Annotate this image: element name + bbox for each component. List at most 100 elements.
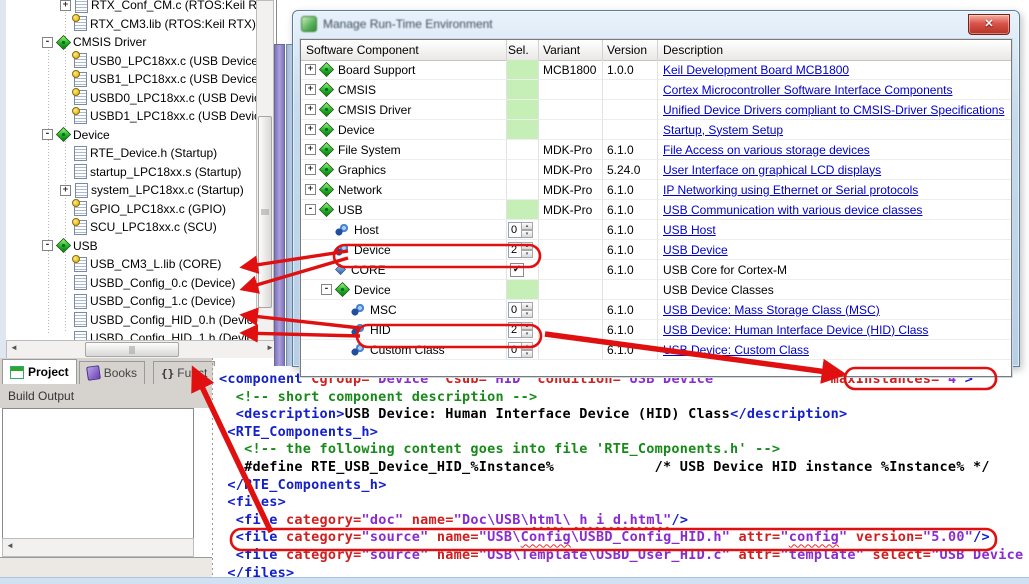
dialog-titlebar[interactable]: Manage Run-Time Environment: [301, 16, 493, 32]
expand-icon[interactable]: +: [305, 184, 316, 195]
description-link[interactable]: Keil Development Board MCB1800: [663, 63, 849, 77]
tab-books[interactable]: Books: [79, 361, 145, 384]
description-link[interactable]: Startup, System Setup: [663, 123, 783, 137]
dialog-row[interactable]: Custom Class0▴▾6.1.0USB Device: Custom C…: [301, 340, 1011, 360]
column-header-software-component[interactable]: Software Component: [301, 40, 507, 60]
column-header-description[interactable]: Description: [658, 40, 1011, 60]
spin-up-button[interactable]: ▴: [521, 222, 533, 230]
expand-icon[interactable]: +: [305, 164, 316, 175]
instance-spinner[interactable]: 0▴▾: [508, 302, 533, 318]
collapse-icon[interactable]: -: [305, 204, 316, 215]
tree-item[interactable]: startup_LPC18xx.s (Startup): [6, 163, 241, 181]
description-cell[interactable]: USB Device: Human Interface Device (HID)…: [658, 320, 1011, 340]
collapse-icon[interactable]: -: [42, 37, 53, 48]
description-link[interactable]: Unified Device Drivers compliant to CMSI…: [663, 103, 1004, 117]
instance-spinner[interactable]: 0▴▾: [508, 222, 533, 238]
scroll-left-icon[interactable]: ◄: [7, 342, 21, 354]
expand-icon[interactable]: +: [305, 144, 316, 155]
tree-item[interactable]: USB0_LPC18xx.c (USB Device:U: [6, 52, 270, 70]
description-link[interactable]: User Interface on graphical LCD displays: [663, 163, 881, 177]
tree-item[interactable]: +system_LPC18xx.c (Startup): [6, 181, 244, 199]
expand-icon[interactable]: +: [305, 84, 316, 95]
collapse-icon[interactable]: -: [42, 129, 53, 140]
tree-item[interactable]: USB_CM3_L.lib (CORE): [6, 255, 221, 273]
tree-horizontal-scrollbar[interactable]: ◄ ►: [6, 340, 277, 358]
description-link[interactable]: USB Device: Human Interface Device (HID)…: [663, 323, 928, 337]
dialog-row[interactable]: -USBMDK-Pro6.1.0USB Communication with v…: [301, 200, 1011, 220]
tree-item[interactable]: USBD0_LPC18xx.c (USB Device:: [6, 89, 270, 107]
tree-vertical-scrollbar[interactable]: [256, 0, 274, 342]
description-cell[interactable]: Unified Device Drivers compliant to CMSI…: [658, 100, 1011, 120]
description-cell[interactable]: IP Networking using Ethernet or Serial p…: [658, 180, 1011, 200]
dialog-row[interactable]: +DeviceStartup, System Setup: [301, 120, 1011, 140]
tree-item[interactable]: SCU_LPC18xx.c (SCU): [6, 218, 217, 236]
spin-down-button[interactable]: ▾: [521, 350, 533, 358]
tab-functions[interactable]: {} Funct: [153, 361, 215, 384]
column-header-version[interactable]: Version: [603, 40, 658, 60]
sel-cell[interactable]: 0▴▾: [507, 300, 539, 320]
dialog-row[interactable]: +NetworkMDK-Pro6.1.0IP Networking using …: [301, 180, 1011, 200]
description-cell[interactable]: Keil Development Board MCB1800: [658, 60, 1011, 80]
dialog-row[interactable]: HID2▴▾6.1.0USB Device: Human Interface D…: [301, 320, 1011, 340]
expand-icon[interactable]: +: [60, 0, 71, 11]
description-link[interactable]: USB Device: Mass Storage Class (MSC): [663, 303, 880, 317]
description-cell[interactable]: File Access on various storage devices: [658, 140, 1011, 160]
sel-cell[interactable]: 0▴▾: [507, 220, 539, 240]
spin-up-button[interactable]: ▴: [521, 242, 533, 250]
description-link[interactable]: Cortex Microcontroller Software Interfac…: [663, 83, 952, 97]
collapse-icon[interactable]: -: [42, 240, 53, 251]
dialog-row[interactable]: +GraphicsMDK-Pro5.24.0User Interface on …: [301, 160, 1011, 180]
tab-project[interactable]: Project: [2, 359, 77, 384]
scroll-left-icon[interactable]: ◄: [3, 540, 17, 552]
description-cell[interactable]: USB Device: Custom Class: [658, 340, 1011, 360]
tree-item[interactable]: RTE_Device.h (Startup): [6, 144, 217, 162]
close-button[interactable]: ✕: [968, 14, 1010, 35]
sel-checkbox[interactable]: ✓: [510, 263, 524, 277]
instance-spinner[interactable]: 0▴▾: [508, 342, 533, 358]
description-cell[interactable]: Startup, System Setup: [658, 120, 1011, 140]
spin-up-button[interactable]: ▴: [521, 322, 533, 330]
description-link[interactable]: USB Host: [663, 223, 716, 237]
column-header-variant[interactable]: Variant: [539, 40, 603, 60]
description-link[interactable]: USB Device: [663, 243, 728, 257]
tree-item[interactable]: +RTX_Conf_CM.c (RTOS:Keil RT:: [6, 0, 266, 14]
dialog-row[interactable]: +Board SupportMCB18001.0.0Keil Developme…: [301, 60, 1011, 80]
tree-item[interactable]: USBD_Config_0.c (Device): [6, 274, 235, 292]
instance-spinner[interactable]: 2▴▾: [508, 322, 533, 338]
expand-icon[interactable]: +: [305, 104, 316, 115]
sel-cell[interactable]: 0▴▾: [507, 340, 539, 360]
spin-down-button[interactable]: ▾: [521, 230, 533, 238]
tree-item[interactable]: RTX_CM3.lib (RTOS:Keil RTX): [6, 15, 256, 33]
pdsc-code-view[interactable]: <component Cgroup="Device" Csub="HID" co…: [213, 366, 1029, 577]
spin-down-button[interactable]: ▾: [521, 310, 533, 318]
description-cell[interactable]: User Interface on graphical LCD displays: [658, 160, 1011, 180]
tree-item[interactable]: -USB: [6, 237, 98, 255]
description-link[interactable]: IP Networking using Ethernet or Serial p…: [663, 183, 918, 197]
spin-up-button[interactable]: ▴: [521, 302, 533, 310]
sel-cell[interactable]: 2▴▾: [507, 240, 539, 260]
column-header-sel[interactable]: Sel.: [507, 40, 539, 60]
description-cell[interactable]: USB Device: [658, 240, 1011, 260]
sel-cell[interactable]: 2▴▾: [507, 320, 539, 340]
tree-item[interactable]: USBD_Config_HID_0.h (Device:: [6, 311, 263, 329]
dialog-row[interactable]: Device2▴▾6.1.0USB Device: [301, 240, 1011, 260]
description-link[interactable]: USB Device: Custom Class: [663, 343, 809, 357]
tree-item[interactable]: USBD_Config_1.c (Device): [6, 292, 235, 310]
sel-cell[interactable]: ✓: [507, 260, 539, 280]
collapse-icon[interactable]: -: [321, 284, 332, 295]
description-link[interactable]: File Access on various storage devices: [663, 143, 870, 157]
tree-item[interactable]: -Device: [6, 126, 110, 144]
instance-spinner[interactable]: 2▴▾: [508, 242, 533, 258]
description-link[interactable]: USB Communication with various device cl…: [663, 203, 922, 217]
spin-up-button[interactable]: ▴: [521, 342, 533, 350]
spin-down-button[interactable]: ▾: [521, 250, 533, 258]
description-cell[interactable]: Cortex Microcontroller Software Interfac…: [658, 80, 1011, 100]
build-output-scrollbar[interactable]: ◄: [2, 538, 194, 557]
dialog-row[interactable]: +CMSIS DriverUnified Device Drivers comp…: [301, 100, 1011, 120]
dialog-row[interactable]: +CMSISCortex Microcontroller Software In…: [301, 80, 1011, 100]
description-cell[interactable]: USB Host: [658, 220, 1011, 240]
dialog-row[interactable]: +File SystemMDK-Pro6.1.0File Access on v…: [301, 140, 1011, 160]
description-cell[interactable]: USB Device: Mass Storage Class (MSC): [658, 300, 1011, 320]
tree-item[interactable]: -CMSIS Driver: [6, 33, 146, 51]
dialog-row[interactable]: MSC0▴▾6.1.0USB Device: Mass Storage Clas…: [301, 300, 1011, 320]
